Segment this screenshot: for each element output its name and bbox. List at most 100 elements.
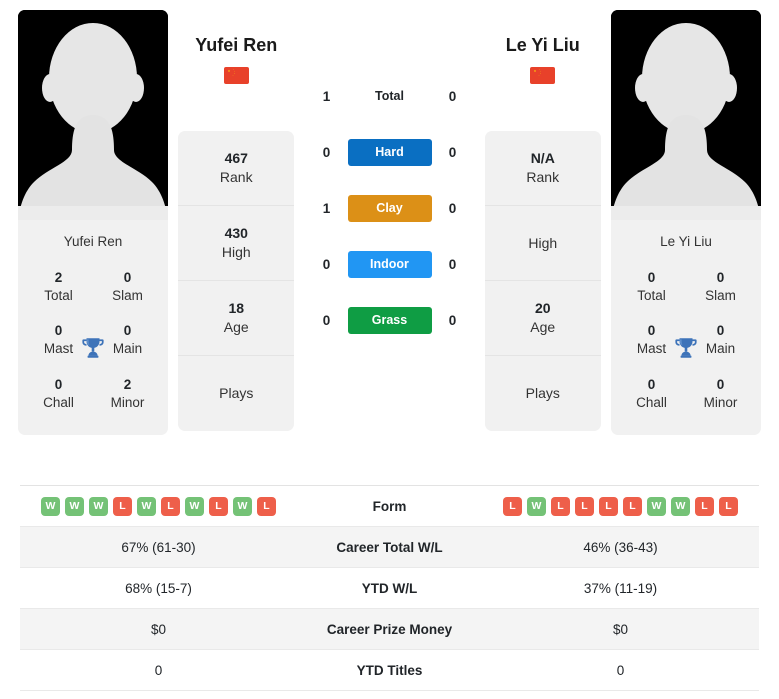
left-player-info-column: Yufei Ren 467 Rank 430 High 18 Age Plays [168,10,305,431]
h2h-left-score: 0 [322,312,331,328]
stat-label: Rank [526,168,560,185]
h2h-right-score: 0 [448,200,457,216]
right-value: 46% (36-43) [583,539,658,555]
table-row-ytd-wl: 68% (15-7) YTD W/L 37% (11-19) [20,568,759,609]
h2h-right-score: 0 [448,256,457,272]
stat-label: Age [223,318,249,335]
row-label: YTD W/L [361,580,418,596]
right-player-photo-caption: Le Yi Liu [660,234,712,249]
h2h-row-grass: 0 Grass 0 [305,292,475,348]
table-row-form: WWWLWLWLWL Form LWLLLLWWLL [20,486,759,527]
title-stat-cell: 0 Slam [93,261,162,314]
form-badge-win: W [41,496,60,516]
title-stat-cell: 2 Minor [93,368,162,421]
stat-label: Plays [525,385,560,402]
stat-value: 467 [224,150,248,167]
left-player-photo-caption: Yufei Ren [63,234,123,249]
title-stat-value: 2 [123,376,132,392]
title-stat-value: 0 [716,376,725,392]
title-stat-value: 0 [647,270,656,285]
table-row-career-wl: 67% (61-30) Career Total W/L 46% (36-43) [20,527,759,568]
left-value: 68% (15-7) [125,580,192,596]
table-row-ytd-titles: 0 YTD Titles 0 [20,650,759,691]
title-stat-cell: 0 Slam [686,261,755,314]
title-stat-label: Chall [43,394,74,410]
stat-row: 20 Age [484,281,601,356]
h2h-surface-badge-indoor[interactable]: Indoor [347,250,432,278]
form-badge-loss: L [257,496,276,516]
h2h-row-hard: 0 Hard 0 [305,124,475,180]
h2h-left-score: 1 [322,200,331,216]
h2h-row-total: 1 Total 0 [305,68,475,124]
form-badge-loss: L [599,496,618,516]
title-stat-value: 0 [716,270,725,285]
trophy-icon [82,338,104,358]
stat-label: Plays [219,385,254,402]
left-titles-grid: 2 Total 0 Slam 0 Mast 0 Main 0 Chall 2 M… [18,261,168,435]
h2h-comparison-page: Yufei Ren 2 Total 0 Slam 0 Mast 0 Main 0… [0,0,779,699]
title-stat-cell: 0 Minor [686,368,755,421]
stat-row: Plays [178,356,294,431]
left-value: 67% (61-30) [121,539,196,555]
form-badge-loss: L [113,496,132,516]
right-player-info-column: Le Yi Liu N/A Rank High 20 Age Plays [475,10,612,431]
stat-row: High [484,206,601,281]
right-player-card[interactable]: Le Yi Liu 0 Total 0 Slam 0 Mast 0 Main 0… [611,10,761,436]
stat-value: 20 [534,300,551,317]
form-badge-loss: L [209,496,228,516]
title-stat-label: Minor [110,394,145,410]
row-label: Career Prize Money [326,621,453,637]
title-stat-value: 2 [54,270,63,285]
left-value: $0 [150,621,167,637]
h2h-left-score: 1 [322,88,331,104]
right-player-name[interactable]: Le Yi Liu [506,35,580,56]
title-stat-cell: 2 Total [24,261,93,314]
h2h-surface-badge-clay[interactable]: Clay [347,194,432,222]
title-stat-label: Chall [636,394,667,410]
left-form-badges: WWWLWLWLWL [41,496,276,516]
form-badge-loss: L [623,496,642,516]
row-label: Career Total W/L [336,539,443,555]
stat-label: Rank [219,168,253,185]
h2h-right-score: 0 [448,312,457,328]
title-stat-label: Total [637,287,666,303]
title-stat-cell: 0 Chall [617,368,686,421]
title-stat-label: Slam [705,287,736,303]
right-titles-grid: 0 Total 0 Slam 0 Mast 0 Main 0 Chall 0 M… [611,261,761,435]
cn-flag-icon [530,67,556,84]
head-to-head-column: 1 Total 0 0 Hard 0 1 Clay 0 0 Indoor 0 0 [305,10,475,348]
h2h-surface-label: Total [375,89,404,103]
form-badge-loss: L [503,496,522,516]
form-badge-loss: L [695,496,714,516]
h2h-surface-badge-hard[interactable]: Hard [347,138,432,166]
stat-row: Plays [485,356,601,431]
form-badge-loss: L [161,496,180,516]
row-label: YTD Titles [356,662,423,678]
title-stat-value: 0 [54,376,63,392]
form-badge-win: W [671,496,690,516]
h2h-left-score: 0 [322,144,331,160]
right-player-photo [611,10,761,220]
left-player-card[interactable]: Yufei Ren 2 Total 0 Slam 0 Mast 0 Main 0… [18,10,168,436]
stat-row: N/A Rank [484,131,601,206]
h2h-surface-badge-grass[interactable]: Grass [347,306,432,334]
row-label: Form [372,498,407,514]
avatar-silhouette-icon [611,10,761,220]
avatar-silhouette-icon [18,10,168,220]
form-badge-win: W [233,496,252,516]
left-player-name[interactable]: Yufei Ren [195,35,277,56]
form-badge-win: W [65,496,84,516]
left-value: 0 [154,662,163,678]
stat-value: 430 [224,225,248,242]
stat-label: High [221,243,251,260]
h2h-right-score: 0 [448,144,457,160]
form-badge-loss: L [575,496,594,516]
right-value: $0 [612,621,629,637]
left-player-stats: 467 Rank 430 High 18 Age Plays [178,131,295,431]
form-badge-loss: L [551,496,570,516]
player-comparison-top: Yufei Ren 2 Total 0 Slam 0 Mast 0 Main 0… [0,0,779,470]
cn-flag-icon [223,67,249,84]
trophy-icon [675,338,697,358]
table-row-career-prize-money: $0 Career Prize Money $0 [20,609,759,650]
title-stat-cell: 0 Chall [24,368,93,421]
